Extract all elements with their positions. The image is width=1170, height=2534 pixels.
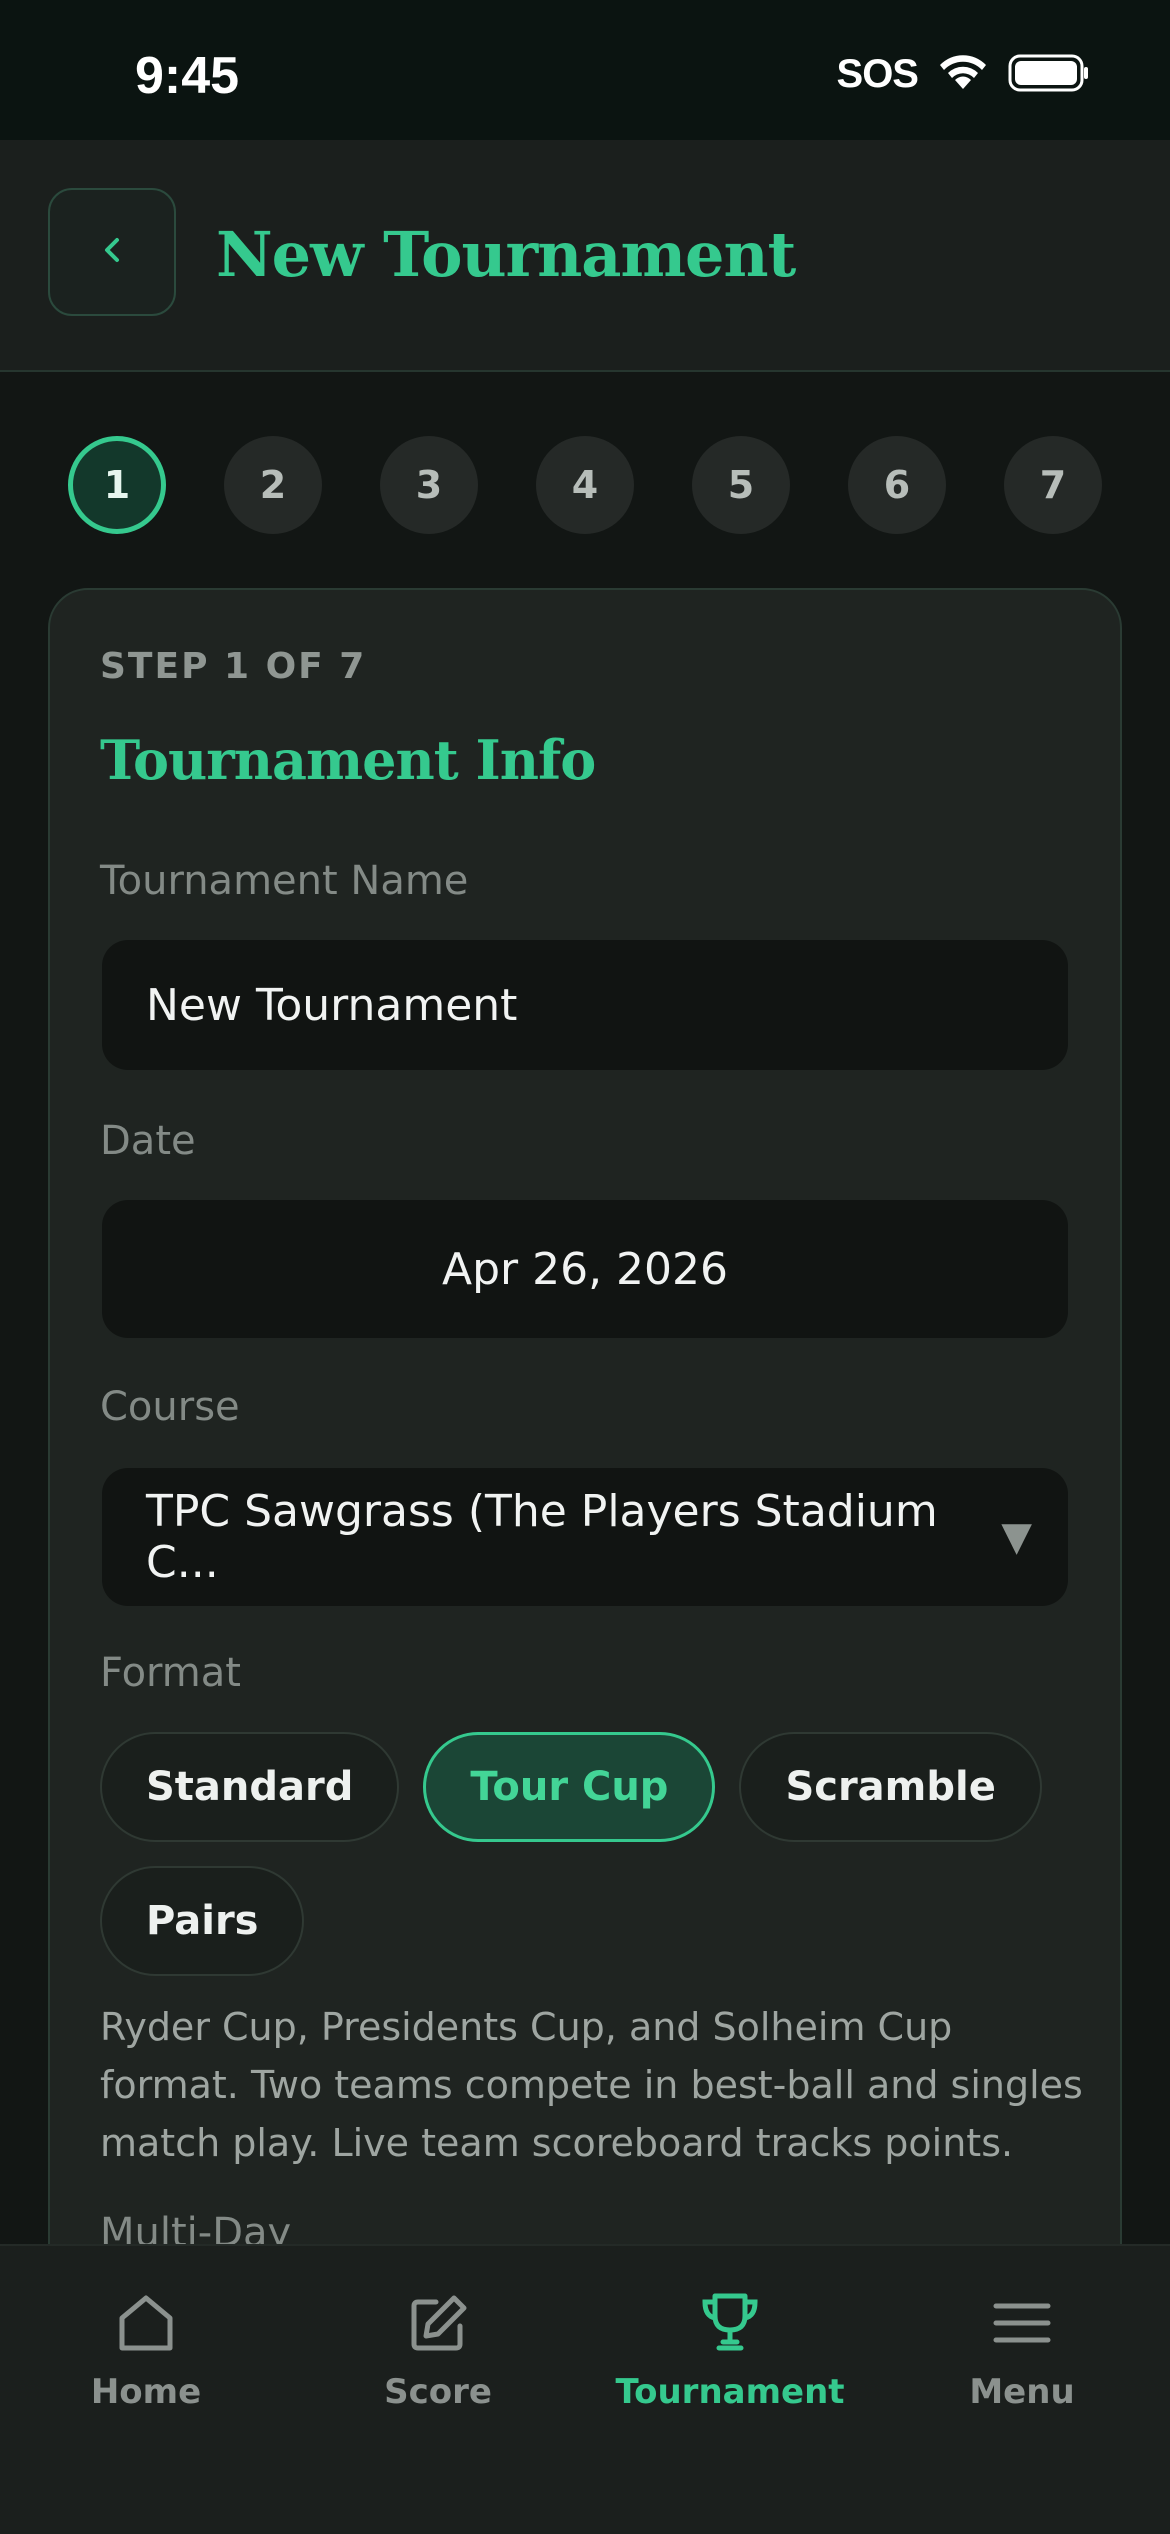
wifi-icon	[936, 53, 990, 97]
trophy-icon	[697, 2290, 763, 2360]
edit-icon	[406, 2290, 470, 2360]
step-1[interactable]: 1	[68, 436, 166, 534]
back-button[interactable]	[48, 188, 176, 316]
tab-score[interactable]: Score	[292, 2290, 584, 2430]
step-label: STEP 1 OF 7	[100, 646, 367, 687]
tab-score-label: Score	[384, 2372, 492, 2412]
dropdown-triangle-icon: ▼	[1001, 1514, 1032, 1560]
date-label: Date	[100, 1118, 196, 1164]
tab-home[interactable]: Home	[0, 2290, 292, 2430]
date-value: Apr 26, 2026	[441, 1243, 729, 1295]
tab-tournament[interactable]: Tournament	[584, 2290, 876, 2430]
tournament-name-input[interactable]: New Tournament	[102, 940, 1068, 1070]
tournament-name-value: New Tournament	[146, 979, 518, 1031]
tab-menu[interactable]: Menu	[876, 2290, 1168, 2430]
sos-indicator: SOS	[836, 52, 919, 96]
home-icon	[114, 2290, 178, 2360]
status-icons: SOS	[837, 52, 1090, 97]
step-indicator: 1 2 3 4 5 6 7	[68, 436, 1102, 534]
page-title: New Tournament	[216, 218, 796, 291]
tournament-name-label: Tournament Name	[100, 858, 469, 904]
step-4[interactable]: 4	[536, 436, 634, 534]
section-title: Tournament Info	[100, 728, 596, 792]
chevron-left-icon	[97, 230, 127, 274]
status-time: 9:45	[135, 47, 240, 105]
format-chip-tour-cup[interactable]: Tour Cup	[423, 1732, 716, 1842]
tournament-info-card: STEP 1 OF 7 Tournament Info Tournament N…	[48, 588, 1122, 2448]
format-chip-scramble[interactable]: Scramble	[739, 1732, 1042, 1842]
step-5[interactable]: 5	[692, 436, 790, 534]
format-chip-standard[interactable]: Standard	[100, 1732, 400, 1842]
top-header: New Tournament	[0, 140, 1170, 372]
step-3[interactable]: 3	[380, 436, 478, 534]
bottom-tab-bar: Home Score Tournament Menu	[0, 2244, 1170, 2534]
format-chip-pairs[interactable]: Pairs	[100, 1866, 305, 1976]
step-6[interactable]: 6	[848, 436, 946, 534]
course-label: Course	[100, 1384, 240, 1430]
battery-icon	[1008, 53, 1090, 97]
step-2[interactable]: 2	[224, 436, 322, 534]
course-value: TPC Sawgrass (The Players Stadium C...	[146, 1486, 938, 1588]
format-options: Standard Tour Cup Scramble Pairs	[100, 1732, 1080, 1976]
format-label: Format	[100, 1650, 241, 1696]
tab-home-label: Home	[90, 2372, 202, 2412]
format-description: Ryder Cup, Presidents Cup, and Solheim C…	[100, 2005, 1083, 2165]
status-bar: 9:45 SOS	[0, 0, 1170, 140]
menu-icon	[990, 2290, 1054, 2360]
course-select[interactable]: TPC Sawgrass (The Players Stadium C... ▼	[102, 1468, 1068, 1606]
step-7[interactable]: 7	[1004, 436, 1102, 534]
date-picker[interactable]: Apr 26, 2026	[102, 1200, 1068, 1338]
tab-menu-label: Menu	[969, 2372, 1075, 2412]
tab-tournament-label: Tournament	[615, 2372, 845, 2412]
